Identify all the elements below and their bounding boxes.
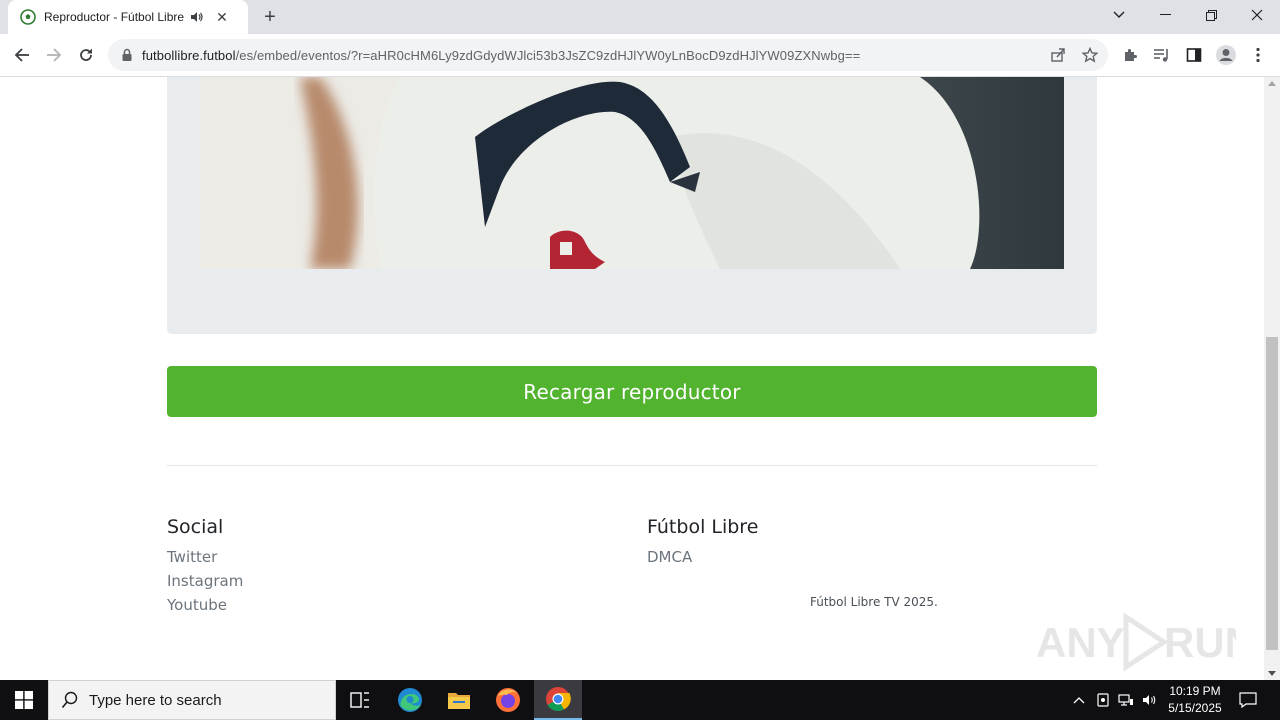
brand-heading: Fútbol Libre: [647, 516, 759, 538]
network-icon[interactable]: [1117, 680, 1135, 720]
social-heading: Social: [167, 516, 224, 538]
youtube-link[interactable]: Youtube: [167, 596, 227, 614]
reload-player-button[interactable]: Recargar reproductor: [167, 366, 1097, 417]
menu-icon[interactable]: [1243, 40, 1273, 70]
edge-icon[interactable]: [386, 680, 434, 720]
scrollbar-thumb[interactable]: [1266, 337, 1278, 650]
lock-icon[interactable]: [120, 48, 134, 62]
browser-toolbar: futbollibre.futbol/es/embed/eventos/?r=a…: [0, 34, 1280, 77]
share-icon[interactable]: [1046, 43, 1070, 67]
scroll-down-icon[interactable]: [1268, 671, 1276, 676]
device-icon[interactable]: [1094, 680, 1112, 720]
notification-icon[interactable]: [1234, 680, 1262, 720]
twitter-link[interactable]: Twitter: [167, 548, 217, 566]
chevron-up-icon[interactable]: [1070, 680, 1088, 720]
url-text: futbollibre.futbol/es/embed/eventos/?r=a…: [142, 48, 860, 63]
restore-icon[interactable]: [1188, 0, 1234, 30]
dmca-link[interactable]: DMCA: [647, 548, 692, 566]
extensions-icon[interactable]: [1115, 40, 1145, 70]
clock-date: 5/15/2025: [1168, 701, 1222, 715]
player-container: [167, 77, 1097, 334]
url-host: futbollibre.futbol: [142, 47, 236, 63]
svg-text:RUN: RUN: [1164, 619, 1236, 666]
tab-title: Reproductor - Fútbol Libre TV: [44, 10, 184, 24]
windows-start-icon[interactable]: [0, 680, 48, 720]
window-close-icon[interactable]: [1234, 0, 1280, 30]
video-frame-image: [200, 77, 1064, 269]
file-explorer-icon[interactable]: [435, 680, 483, 720]
windows-taskbar: Type here to search 10:19 PM 5/15/2025: [0, 680, 1280, 720]
side-panel-icon[interactable]: [1179, 40, 1209, 70]
close-icon[interactable]: ✕: [214, 9, 230, 25]
search-icon: [61, 691, 78, 709]
star-icon[interactable]: [1078, 43, 1102, 67]
address-bar[interactable]: futbollibre.futbol/es/embed/eventos/?r=a…: [108, 39, 1108, 71]
soccer-ball-icon: [20, 9, 36, 25]
taskbar-clock[interactable]: 10:19 PM 5/15/2025: [1160, 683, 1230, 717]
url-path: /es/embed/eventos/?r=aHR0cHM6Ly9zdGdydWJ…: [235, 47, 861, 63]
taskbar-search-box[interactable]: Type here to search: [48, 680, 336, 720]
back-arrow-icon[interactable]: [7, 40, 37, 70]
tab-search-icon[interactable]: [1096, 0, 1142, 30]
anyrun-watermark-logo: ANY RUN: [1036, 612, 1236, 672]
video-player[interactable]: [200, 77, 1064, 269]
reload-icon[interactable]: [71, 40, 101, 70]
clock-time: 10:19 PM: [1169, 684, 1221, 698]
forward-arrow-icon[interactable]: [39, 40, 69, 70]
search-placeholder: Type here to search: [89, 691, 222, 709]
page-content: Recargar reproductor Social Twitter Inst…: [0, 77, 1264, 680]
plus-icon[interactable]: +: [258, 5, 282, 29]
firefox-icon[interactable]: [484, 680, 532, 720]
tab-active[interactable]: Reproductor - Fútbol Libre TV ✕: [8, 0, 248, 34]
instagram-link[interactable]: Instagram: [167, 572, 243, 590]
chrome-icon[interactable]: [534, 680, 582, 720]
footer-divider: [167, 465, 1097, 466]
tab-strip: Reproductor - Fútbol Libre TV ✕ +: [0, 0, 1280, 34]
scroll-up-icon[interactable]: [1268, 81, 1276, 86]
speaker-icon[interactable]: [190, 10, 204, 24]
minimize-icon[interactable]: [1142, 0, 1188, 30]
media-icon[interactable]: [1147, 40, 1177, 70]
page-scrollbar[interactable]: [1264, 77, 1280, 680]
profile-icon[interactable]: [1211, 40, 1241, 70]
copyright-text: Fútbol Libre TV 2025.: [810, 595, 938, 609]
svg-text:ANY: ANY: [1036, 619, 1125, 666]
task-view-icon[interactable]: [336, 680, 384, 720]
volume-icon[interactable]: [1141, 680, 1159, 720]
